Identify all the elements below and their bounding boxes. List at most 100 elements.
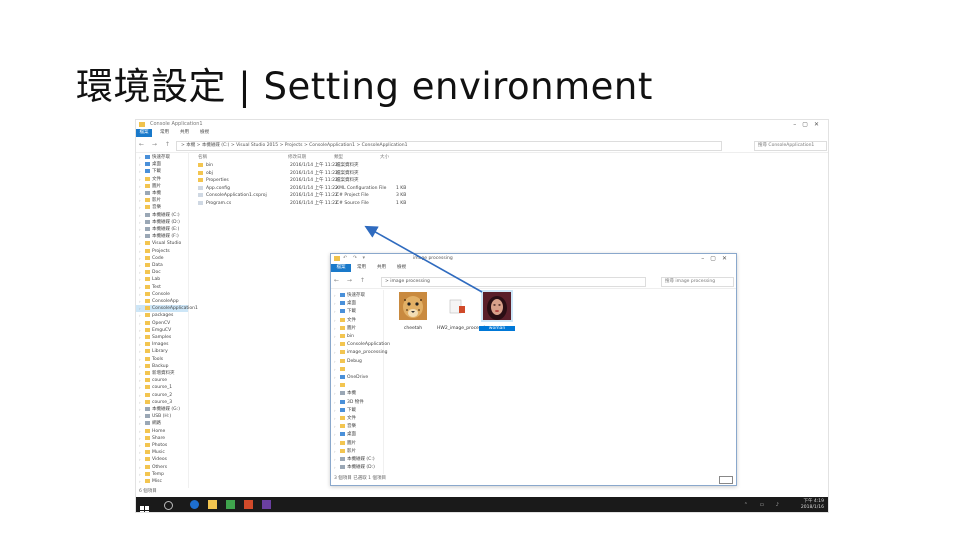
tree-item[interactable]: › OpenCV bbox=[136, 320, 188, 327]
file-row[interactable]: Properties 2016/1/14 上午 11:22 檔案資料夾 bbox=[198, 177, 798, 184]
file-row[interactable]: Program.cs 2016/1/14 上午 11:22 C# Source Fi… bbox=[198, 200, 798, 207]
tree-item[interactable]: › 影片 bbox=[331, 448, 383, 455]
chevron-right-icon[interactable]: › bbox=[334, 440, 336, 447]
chevron-right-icon[interactable]: › bbox=[334, 382, 336, 389]
chevron-right-icon[interactable]: › bbox=[139, 190, 141, 197]
tree-item[interactable]: › 圖片 bbox=[331, 325, 383, 332]
tree-item[interactable]: › 文件 bbox=[331, 317, 383, 324]
chevron-right-icon[interactable]: › bbox=[139, 183, 141, 190]
tree-item[interactable]: › ConsoleApplication1 bbox=[136, 305, 198, 313]
tree-item[interactable]: › bbox=[331, 382, 383, 389]
chevron-right-icon[interactable]: › bbox=[139, 464, 141, 471]
tree-item[interactable]: › 本機 bbox=[136, 190, 188, 197]
file-row[interactable]: App.config 2016/1/14 上午 11:22 XML Configur… bbox=[198, 185, 798, 192]
tree-item[interactable]: › Code bbox=[136, 255, 188, 262]
tree-item[interactable]: › 快速存取 bbox=[331, 292, 383, 299]
chevron-right-icon[interactable]: › bbox=[334, 333, 336, 340]
tree-item[interactable]: › 本機磁碟 (D:) bbox=[136, 219, 188, 226]
chevron-right-icon[interactable]: › bbox=[139, 219, 141, 226]
chevron-right-icon[interactable]: › bbox=[139, 161, 141, 168]
chevron-right-icon[interactable]: › bbox=[334, 366, 336, 373]
search-icon[interactable] bbox=[164, 501, 173, 510]
chevron-right-icon[interactable]: › bbox=[334, 464, 336, 471]
chevron-right-icon[interactable]: › bbox=[334, 423, 336, 430]
chevron-right-icon[interactable]: › bbox=[139, 392, 141, 399]
chevron-right-icon[interactable]: › bbox=[139, 406, 141, 413]
file-explorer-icon[interactable] bbox=[208, 500, 217, 509]
chevron-right-icon[interactable]: › bbox=[334, 390, 336, 397]
column-name[interactable]: 名稱 bbox=[198, 154, 207, 160]
chevron-right-icon[interactable]: › bbox=[139, 269, 141, 276]
tree-item[interactable]: › 新增資料夾 bbox=[136, 370, 188, 377]
tree-item[interactable]: › Lab bbox=[136, 276, 188, 283]
tree-item[interactable]: › Temp bbox=[136, 471, 188, 478]
tree-item[interactable]: › 本機磁碟 (D:) bbox=[331, 464, 383, 471]
column-size[interactable]: 大小 bbox=[380, 154, 389, 160]
chevron-right-icon[interactable]: › bbox=[139, 478, 141, 485]
chevron-right-icon[interactable]: › bbox=[139, 442, 141, 449]
tree-item[interactable]: › bbox=[331, 366, 383, 373]
chevron-right-icon[interactable]: › bbox=[334, 358, 336, 365]
tree-item[interactable]: › OneDrive bbox=[331, 374, 383, 381]
address-path-input[interactable]: > 本機 > 本機磁碟 (C:) > Visual Studio 2015 > … bbox=[176, 141, 722, 151]
tree-item[interactable]: › 本機磁碟 (F:) bbox=[136, 233, 188, 240]
column-date[interactable]: 修改日期 bbox=[288, 154, 306, 160]
chevron-right-icon[interactable]: › bbox=[139, 291, 141, 298]
tree-item[interactable]: › Debug bbox=[331, 358, 383, 365]
chevron-right-icon[interactable]: › bbox=[139, 298, 141, 305]
tree-item[interactable]: › Doc bbox=[136, 269, 188, 276]
chevron-right-icon[interactable]: › bbox=[334, 308, 336, 315]
taskbar-clock[interactable]: 下午 4:19 2018/1/16 bbox=[801, 499, 824, 510]
app-icon-red[interactable] bbox=[244, 500, 253, 509]
tree-item[interactable]: › 本機磁碟 (C:) bbox=[136, 212, 188, 219]
image-window-controls[interactable]: –▢✕ bbox=[701, 254, 733, 263]
tree-item[interactable]: › 3D 物件 bbox=[331, 399, 383, 406]
chevron-right-icon[interactable]: › bbox=[139, 399, 141, 406]
chevron-right-icon[interactable]: › bbox=[139, 312, 141, 319]
edge-icon[interactable] bbox=[190, 500, 199, 509]
chevron-right-icon[interactable]: › bbox=[334, 325, 336, 332]
chevron-right-icon[interactable]: › bbox=[139, 370, 141, 377]
quick-access-toolbar[interactable]: ↶ ↷ ▾ bbox=[343, 254, 367, 263]
chevron-right-icon[interactable]: › bbox=[139, 327, 141, 334]
file-row[interactable]: ConsoleApplication1.csproj 2016/1/14 上午 1… bbox=[198, 192, 798, 199]
tree-item[interactable]: › Home bbox=[136, 428, 188, 435]
chevron-right-icon[interactable]: › bbox=[139, 305, 141, 312]
tree-item[interactable]: › EmguCV bbox=[136, 327, 188, 334]
tree-item[interactable]: › 快速存取 bbox=[136, 154, 188, 161]
chevron-right-icon[interactable]: › bbox=[139, 320, 141, 327]
address-path-input[interactable]: > image processing bbox=[381, 277, 646, 287]
chevron-right-icon[interactable]: › bbox=[334, 292, 336, 299]
tree-item[interactable]: › Misc bbox=[136, 478, 188, 485]
tree-item[interactable]: › 網路 bbox=[136, 420, 188, 427]
start-button[interactable] bbox=[140, 500, 149, 512]
tree-item[interactable]: › 音樂 bbox=[136, 204, 188, 211]
ribbon-tab-view[interactable]: 檢視 bbox=[397, 264, 406, 272]
tree-item[interactable]: › USB (H:) bbox=[136, 413, 188, 420]
search-input[interactable]: 搜尋 ConsoleApplication1 bbox=[754, 141, 827, 151]
chevron-right-icon[interactable]: › bbox=[139, 435, 141, 442]
chevron-right-icon[interactable]: › bbox=[334, 349, 336, 356]
thumbnail-hw2-file[interactable]: HW2_image_processing bbox=[437, 292, 490, 331]
tree-item[interactable]: › 文件 bbox=[136, 176, 188, 183]
chevron-right-icon[interactable]: › bbox=[139, 168, 141, 175]
tree-item[interactable]: › 本機 bbox=[331, 390, 383, 397]
chevron-right-icon[interactable]: › bbox=[139, 255, 141, 262]
chevron-right-icon[interactable]: › bbox=[139, 356, 141, 363]
chevron-right-icon[interactable]: › bbox=[334, 399, 336, 406]
chevron-right-icon[interactable]: › bbox=[139, 262, 141, 269]
tree-item[interactable]: › Videos bbox=[136, 456, 188, 463]
nav-buttons[interactable]: ← → ↑ bbox=[334, 277, 368, 284]
tree-item[interactable]: › bin bbox=[331, 333, 383, 340]
search-input[interactable]: 搜尋 image processing bbox=[661, 277, 734, 287]
tree-item[interactable]: › 本機磁碟 (G:) bbox=[136, 406, 188, 413]
chevron-right-icon[interactable]: › bbox=[139, 363, 141, 370]
chevron-right-icon[interactable]: › bbox=[139, 384, 141, 391]
ribbon-tab-home[interactable]: 常用 bbox=[160, 129, 169, 137]
tree-item[interactable]: › Visual Studio bbox=[136, 240, 188, 247]
visual-studio-icon[interactable] bbox=[262, 500, 271, 509]
tree-item[interactable]: › Others bbox=[136, 464, 188, 471]
chevron-right-icon[interactable]: › bbox=[334, 407, 336, 414]
tree-item[interactable]: › course_3 bbox=[136, 399, 188, 406]
tree-item[interactable]: › ConsoleApp bbox=[136, 298, 188, 305]
